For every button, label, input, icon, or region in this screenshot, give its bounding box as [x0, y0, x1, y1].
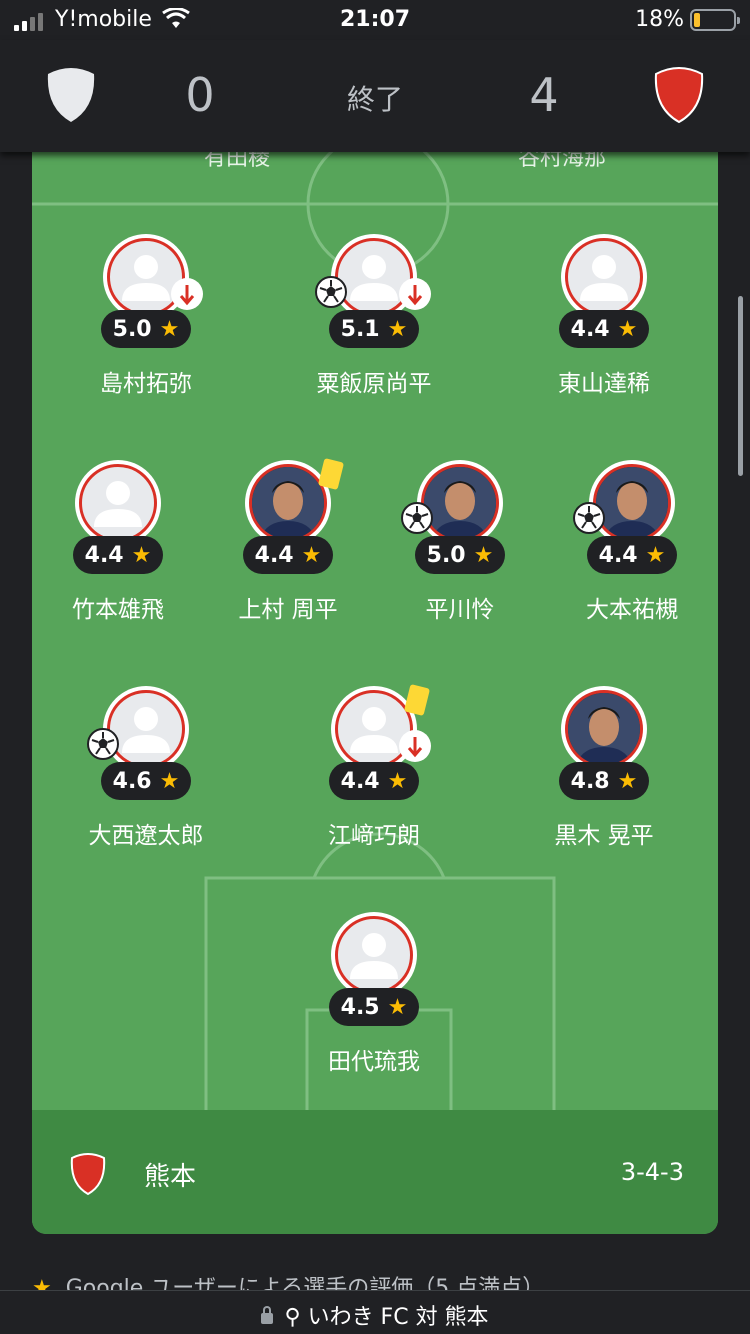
player-card[interactable]: 5.0 ★ 島村拓弥	[46, 234, 246, 404]
player-name: 大本祐槻	[586, 597, 678, 623]
star-icon: ★	[387, 768, 408, 794]
search-icon: ⚲	[284, 1305, 301, 1330]
page-url: いわき FC 対 熊本	[307, 1305, 489, 1330]
player-rating: 4.4 ★	[329, 762, 419, 800]
player-rating: 4.6 ★	[101, 762, 191, 800]
star-icon: ★	[131, 542, 152, 568]
star-icon: ★	[617, 768, 638, 794]
status-bar: Y!mobile 21:07 18%	[0, 0, 750, 40]
player-name: 上村 周平	[238, 597, 338, 623]
substitution-icon	[399, 730, 431, 762]
goal-ball-icon	[401, 502, 433, 534]
player-rating: 5.1 ★	[329, 310, 419, 348]
team-footer[interactable]: 熊本 3-4-3	[32, 1110, 718, 1234]
player-avatar	[573, 460, 675, 546]
match-status: 終了	[346, 83, 403, 116]
player-avatar	[331, 683, 431, 772]
player-card[interactable]: 4.4 ★ 東山達稀	[504, 234, 704, 404]
star-icon: ★	[387, 316, 408, 342]
player-rating: 4.8 ★	[559, 762, 649, 800]
lineup-pitch: 有田稜 谷村海那 5.0 ★ 島村拓弥 5.1 ★ 粟飯原尚平 4.4 ★ 東山達稀 4.4 ★ 竹本…	[32, 100, 718, 1234]
address-bar[interactable]: ⚲ いわき FC 対 熊本	[0, 1290, 750, 1334]
player-avatar	[75, 460, 161, 546]
yellow-card-icon	[317, 457, 345, 491]
player-name: 東山達稀	[558, 371, 650, 397]
match-lineup-screen: Y!mobile 21:07 18% 有田稜 谷村海那 5.0 ★ 島村拓弥 5.1 ★…	[0, 0, 750, 1334]
player-name: 島村拓弥	[100, 371, 192, 397]
player-rating: 4.4 ★	[243, 536, 333, 574]
player-card[interactable]: 4.4 ★ 大本祐槻	[532, 460, 718, 630]
player-avatar	[331, 912, 417, 998]
away-team-crest-icon[interactable]	[652, 64, 706, 124]
yellow-card-icon	[403, 683, 431, 717]
scrollbar[interactable]	[738, 296, 743, 476]
star-icon: ★	[387, 994, 408, 1020]
away-score: 4	[529, 68, 559, 122]
lock-icon	[261, 1306, 274, 1324]
player-name: 江﨑巧朗	[328, 823, 420, 849]
player-avatar	[401, 460, 503, 546]
player-rating: 4.4 ★	[73, 536, 163, 574]
team-formation: 3-4-3	[620, 1158, 684, 1186]
player-card[interactable]: 5.0 ★ 平川怜	[360, 460, 560, 630]
star-icon: ★	[617, 316, 638, 342]
player-rating: 4.5 ★	[329, 988, 419, 1026]
team-name: 熊本	[144, 1162, 197, 1192]
battery-icon	[690, 9, 740, 31]
goal-ball-icon	[315, 276, 347, 308]
player-card[interactable]: 4.8 ★ 黒木 晃平	[504, 686, 704, 856]
player-name: 大西遼太郎	[88, 823, 204, 849]
player-name: 黒木 晃平	[554, 823, 654, 849]
player-rating: 5.0 ★	[415, 536, 505, 574]
score-header: 0 終了 4	[0, 40, 750, 152]
player-rating: 4.4 ★	[559, 310, 649, 348]
player-avatar	[87, 686, 189, 772]
player-rating: 5.0 ★	[101, 310, 191, 348]
star-icon: ★	[159, 768, 180, 794]
player-name: 平川怜	[425, 597, 495, 623]
player-card[interactable]: 4.4 ★ 江﨑巧朗	[274, 683, 474, 856]
team-crest-icon	[70, 1153, 106, 1196]
player-avatar	[103, 234, 203, 320]
player-avatar	[245, 457, 345, 546]
player-card[interactable]: 4.4 ★ 上村 周平	[188, 457, 388, 630]
substitution-icon	[399, 278, 431, 310]
player-rating: 4.4 ★	[587, 536, 677, 574]
player-name: 粟飯原尚平	[316, 371, 432, 397]
player-card[interactable]: 4.5 ★ 田代琉我	[274, 912, 474, 1082]
goal-ball-icon	[87, 728, 119, 760]
player-card[interactable]: 5.1 ★ 粟飯原尚平	[274, 234, 474, 404]
player-avatar	[315, 234, 431, 320]
goal-ball-icon	[573, 502, 605, 534]
player-avatar	[561, 234, 647, 320]
player-avatar	[561, 686, 647, 772]
star-icon: ★	[473, 542, 494, 568]
star-icon: ★	[301, 542, 322, 568]
player-card[interactable]: 4.6 ★ 大西遼太郎	[46, 686, 246, 856]
battery-percent: 18%	[635, 7, 684, 32]
star-icon: ★	[645, 542, 666, 568]
substitution-icon	[171, 278, 203, 310]
player-name: 田代琉我	[328, 1049, 420, 1075]
star-icon: ★	[159, 316, 180, 342]
